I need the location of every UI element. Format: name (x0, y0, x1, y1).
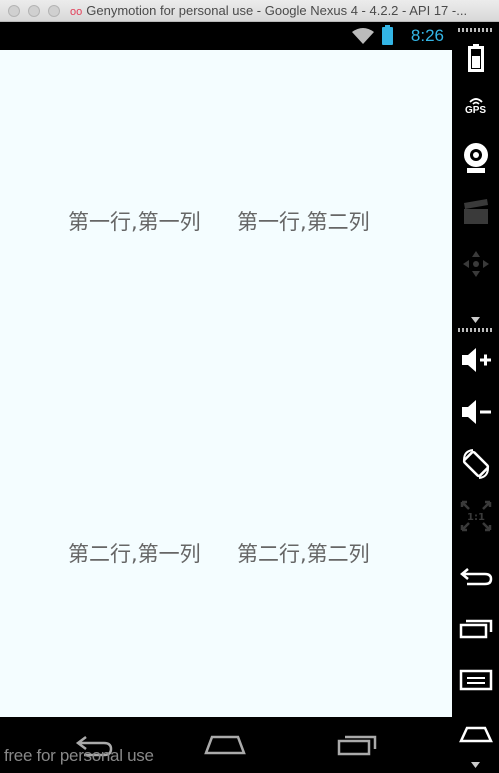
volume-up-button[interactable] (452, 340, 499, 380)
battery-widget-button[interactable] (452, 38, 499, 78)
wifi-icon (352, 28, 374, 44)
genymotion-logo-icon: oo (70, 6, 83, 18)
scale-label: 1:1 (467, 512, 485, 523)
close-window-button[interactable] (8, 5, 20, 17)
dpad-widget-button[interactable] (452, 244, 499, 284)
rotate-device-icon (462, 449, 489, 479)
volume-down-button[interactable] (452, 392, 499, 432)
volume-up-icon (461, 348, 491, 372)
toolbar-separator (458, 328, 493, 332)
back-button[interactable] (452, 556, 499, 596)
minimize-window-button[interactable] (28, 5, 40, 17)
recents-nav-icon[interactable] (337, 731, 379, 757)
zoom-window-button[interactable] (48, 5, 60, 17)
status-time: 8:26 (410, 26, 444, 45)
rotate-button[interactable] (452, 444, 499, 484)
genymotion-toolbar: GPS 1:1 (452, 22, 499, 773)
clapperboard-icon (463, 199, 488, 224)
webcam-icon (463, 143, 488, 173)
volume-down-icon (461, 400, 491, 424)
home-button[interactable] (452, 714, 499, 754)
webcam-widget-button[interactable] (452, 138, 499, 178)
recent-apps-icon (459, 619, 492, 639)
table-cell-r2-c1: 第二行,第一列 (68, 542, 201, 566)
menu-icon (459, 669, 492, 691)
window-title: Genymotion for personal use - Google Nex… (86, 3, 468, 18)
scale-arrows-icon: 1:1 (460, 500, 491, 532)
recent-apps-button[interactable] (452, 608, 499, 648)
android-status-bar: 8:26 (0, 22, 452, 50)
chevron-down-icon-bottom[interactable] (471, 762, 480, 768)
gps-label: GPS (464, 105, 487, 116)
app-content: 第一行,第一列 第一行,第二列 第二行,第一列 第二行,第二列 (0, 50, 452, 717)
pixel-perfect-button[interactable]: 1:1 (452, 496, 499, 536)
table-cell-r2-c2: 第二行,第二列 (237, 542, 370, 566)
dpad-icon (462, 251, 489, 277)
battery-widget-icon (467, 44, 484, 72)
gps-widget-button[interactable]: GPS (452, 86, 499, 126)
watermark-text: free for personal use (4, 746, 154, 765)
back-icon (459, 568, 492, 586)
capture-widget-button[interactable] (452, 192, 499, 232)
home-nav-icon[interactable] (204, 731, 246, 757)
home-icon (458, 726, 493, 743)
toolbar-grip (458, 28, 493, 32)
window-titlebar: oo Genymotion for personal use - Google N… (0, 0, 499, 22)
table-cell-r1-c1: 第一行,第一列 (68, 210, 201, 234)
table-cell-r1-c2: 第一行,第二列 (237, 210, 370, 234)
menu-button[interactable] (452, 660, 499, 700)
battery-icon (382, 25, 393, 45)
gps-signal-icon (468, 98, 483, 105)
window-title-container: oo Genymotion for personal use - Google N… (70, 3, 499, 18)
chevron-down-icon[interactable] (471, 317, 480, 323)
